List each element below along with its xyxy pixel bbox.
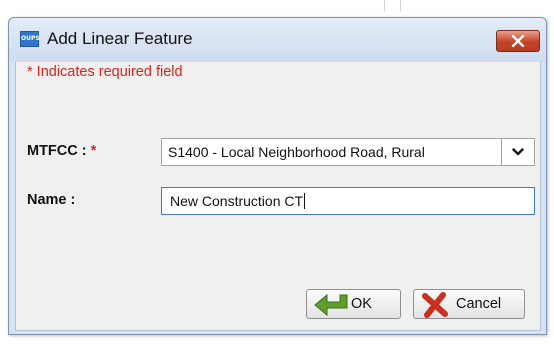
mtfcc-label-text: MTFCC : (27, 143, 87, 159)
name-input-text: New Construction CT (170, 193, 304, 209)
close-icon (511, 35, 525, 47)
required-field-note: * Indicates required field (27, 64, 183, 80)
cancel-button[interactable]: Cancel (413, 289, 525, 319)
background-divider (384, 0, 385, 12)
close-button[interactable] (496, 30, 540, 52)
ok-button[interactable]: OK (306, 289, 401, 319)
add-linear-feature-dialog: OUPS Add Linear Feature * Indicates requ… (8, 17, 547, 335)
dropdown-toggle[interactable] (501, 139, 534, 165)
text-caret (304, 193, 306, 209)
required-marker: * (90, 143, 97, 159)
mtfcc-selected-value: S1400 - Local Neighborhood Road, Rural (168, 144, 425, 160)
red-x-icon (422, 292, 448, 318)
green-arrow-icon (314, 293, 348, 317)
name-input-value: New Construction CT (170, 193, 306, 209)
cancel-button-label: Cancel (456, 296, 502, 312)
name-label: Name : (27, 192, 76, 208)
title-bar[interactable]: OUPS Add Linear Feature (9, 18, 546, 62)
chevron-down-icon (512, 148, 524, 156)
mtfcc-dropdown[interactable]: S1400 - Local Neighborhood Road, Rural (161, 138, 535, 166)
ok-button-label: OK (351, 296, 372, 312)
name-input[interactable]: New Construction CT (161, 187, 535, 215)
dialog-title: Add Linear Feature (47, 29, 193, 48)
app-icon: OUPS (20, 31, 40, 47)
background-divider (400, 0, 401, 12)
mtfcc-label: MTFCC : * (27, 143, 96, 159)
